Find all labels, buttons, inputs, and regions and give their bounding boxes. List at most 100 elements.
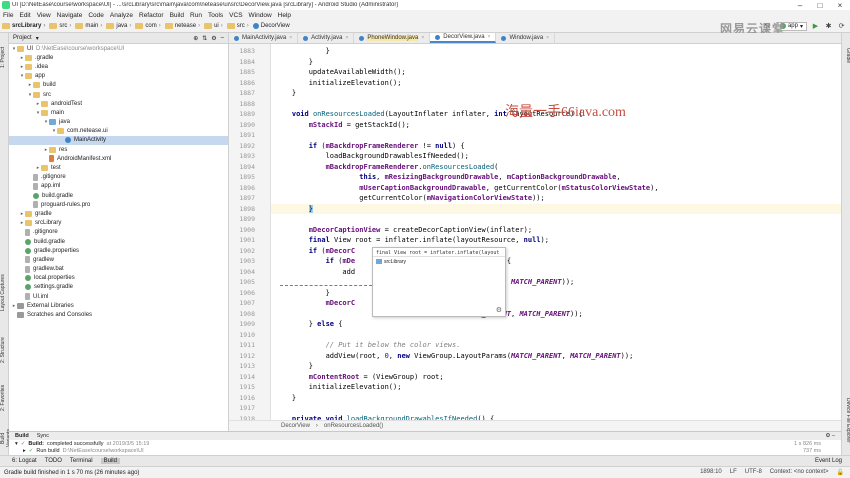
- code-line[interactable]: MATCH_PARENT, MATCH_PARENT));: [271, 309, 841, 320]
- target-icon[interactable]: ⊕: [193, 35, 198, 42]
- tree-item[interactable]: ▸ External Libraries: [9, 301, 228, 310]
- menu-edit[interactable]: Edit: [16, 12, 33, 19]
- file-encoding[interactable]: UTF-8: [745, 469, 762, 476]
- breadcrumb-item[interactable]: java ›: [104, 23, 133, 29]
- tool-tab-project[interactable]: 1: Project: [0, 37, 9, 77]
- tab-build[interactable]: Build: [15, 433, 29, 439]
- tree-item[interactable]: gradlew.bat: [9, 265, 228, 274]
- code-line[interactable]: if (mDecorC: [271, 246, 841, 257]
- tree-item[interactable]: ▾ src: [9, 90, 228, 99]
- breadcrumb-item[interactable]: com ›: [133, 23, 162, 29]
- code-line[interactable]: addView(root, 0, new ViewGroup.LayoutPar…: [271, 351, 841, 362]
- tree-item[interactable]: UI.iml: [9, 292, 228, 301]
- close-icon[interactable]: ×: [345, 35, 348, 41]
- code-line[interactable]: mDecorC: [271, 298, 841, 309]
- usages-popup[interactable]: final View root = inflater.inflate(layou…: [372, 247, 506, 317]
- gear-icon[interactable]: ⚙: [211, 35, 216, 42]
- close-button[interactable]: ×: [830, 1, 850, 10]
- breadcrumb-item[interactable]: netease ›: [163, 23, 202, 29]
- breadcrumb-method[interactable]: onResourcesLoaded(): [324, 423, 383, 429]
- menu-navigate[interactable]: Navigate: [54, 12, 86, 19]
- popup-item[interactable]: srcLibrary: [373, 257, 505, 266]
- code-line[interactable]: // Put it below the color views.: [271, 340, 841, 351]
- code-line[interactable]: initializeElevation();: [271, 382, 841, 393]
- breadcrumb-item[interactable]: src ›: [225, 23, 251, 29]
- tree-item[interactable]: MainActivity: [9, 135, 228, 146]
- code-line[interactable]: }: [271, 46, 841, 57]
- code-line[interactable]: mStackId = getStackId();: [271, 120, 841, 131]
- close-icon[interactable]: ×: [421, 35, 424, 41]
- collapse-icon[interactable]: ⇅: [202, 35, 207, 42]
- lock-icon[interactable]: 🔓: [837, 469, 844, 476]
- code-line[interactable]: mBackdropFrameRenderer.onResourcesLoaded…: [271, 162, 841, 173]
- tree-item[interactable]: ▸ test: [9, 163, 228, 172]
- menu-analyze[interactable]: Analyze: [107, 12, 136, 19]
- menu-window[interactable]: Window: [246, 12, 275, 19]
- code-line[interactable]: } else {: [271, 319, 841, 330]
- code-line[interactable]: }: [271, 88, 841, 99]
- breadcrumb-item[interactable]: main ›: [73, 23, 104, 29]
- run-icon[interactable]: ▶: [811, 22, 820, 31]
- minimize-button[interactable]: –: [790, 1, 810, 10]
- tool-tab-todo[interactable]: TODO: [45, 458, 62, 464]
- menu-build[interactable]: Build: [167, 12, 187, 19]
- gear-icon[interactable]: ⚙: [496, 306, 502, 314]
- tree-item[interactable]: build.gradle: [9, 191, 228, 200]
- menu-file[interactable]: File: [0, 12, 16, 19]
- tree-item[interactable]: ▸ .gradle: [9, 53, 228, 62]
- tree-item[interactable]: gradlew: [9, 255, 228, 264]
- close-icon[interactable]: ×: [488, 34, 491, 40]
- tool-tab-favorites[interactable]: 2: Favorites: [0, 378, 9, 418]
- tree-item[interactable]: .gitignore: [9, 173, 228, 182]
- build-row[interactable]: ▾ ✓ Build: completed successfully at 201…: [9, 440, 841, 447]
- tree-item[interactable]: ▸ srcLibrary: [9, 219, 228, 228]
- tree-item[interactable]: gradle.properties: [9, 246, 228, 255]
- code-line[interactable]: updateAvailableWidth();: [271, 67, 841, 78]
- tree-item[interactable]: ▾ UI D:\NetEase\course\workspace\UI: [9, 44, 228, 53]
- breadcrumb-item[interactable]: ui ›: [202, 23, 225, 29]
- code-line[interactable]: getCurrentColor(mNavigationColorViewStat…: [271, 193, 841, 204]
- menu-view[interactable]: View: [34, 12, 54, 19]
- menu-run[interactable]: Run: [187, 12, 205, 19]
- tree-item[interactable]: ▾ com.netease.ui: [9, 127, 228, 136]
- tool-tab-structure[interactable]: 2: Structure: [0, 328, 9, 373]
- breadcrumb-class[interactable]: DecorView: [281, 423, 310, 429]
- close-icon[interactable]: ×: [546, 35, 549, 41]
- tool-tab-layout-captures[interactable]: Layout Captures: [0, 263, 9, 323]
- code-line[interactable]: this, mResizingBackgroundDrawable, mCapt…: [271, 172, 841, 183]
- menu-vcs[interactable]: VCS: [226, 12, 245, 19]
- editor-tab[interactable]: Window.java ×: [496, 33, 556, 43]
- editor-tab[interactable]: MainActivity.java ×: [229, 33, 299, 43]
- tree-item[interactable]: ▸ res: [9, 145, 228, 154]
- code-line[interactable]: }: [271, 203, 841, 214]
- code-line[interactable]: [271, 130, 841, 141]
- code-line[interactable]: add: [271, 267, 841, 278]
- breadcrumb-item[interactable]: src ›: [47, 23, 73, 29]
- debug-icon[interactable]: ✱: [824, 22, 833, 31]
- code-line[interactable]: final View root = inflater.inflate(layou…: [271, 235, 841, 246]
- menu-code[interactable]: Code: [85, 12, 107, 19]
- tree-item[interactable]: .gitignore: [9, 228, 228, 237]
- tree-item[interactable]: ▾ app: [9, 72, 228, 81]
- code-line[interactable]: if (mDe == null) {: [271, 256, 841, 267]
- tool-tab-terminal[interactable]: Terminal: [70, 458, 93, 464]
- tree-item[interactable]: ▸ .idea: [9, 62, 228, 71]
- code-line[interactable]: }: [271, 361, 841, 372]
- chevron-down-icon[interactable]: ▾: [36, 35, 39, 42]
- breadcrumb-item[interactable]: srcLibrary ›: [0, 23, 47, 29]
- code-line[interactable]: if (mBackdropFrameRenderer != null) {: [271, 141, 841, 152]
- tree-item[interactable]: Scratches and Consoles: [9, 310, 228, 319]
- editor-tab[interactable]: Activity.java ×: [298, 33, 355, 43]
- close-icon[interactable]: ×: [289, 35, 292, 41]
- code-line[interactable]: mDecorCaptionView = createDecorCaptionVi…: [271, 225, 841, 236]
- tab-sync[interactable]: Sync: [37, 433, 49, 439]
- hide-icon[interactable]: –: [221, 35, 224, 41]
- code-line[interactable]: [271, 330, 841, 341]
- menu-tools[interactable]: Tools: [205, 12, 226, 19]
- editor-tab[interactable]: DecorView.java ×: [430, 33, 497, 43]
- line-ending[interactable]: LF: [730, 469, 737, 476]
- tree-item[interactable]: ▾ java: [9, 118, 228, 127]
- code-line[interactable]: mUserCaptionBackgroundDrawable, getCurre…: [271, 183, 841, 194]
- tree-item[interactable]: ▸ gradle: [9, 209, 228, 218]
- gear-icon[interactable]: ⚙ –: [825, 433, 841, 439]
